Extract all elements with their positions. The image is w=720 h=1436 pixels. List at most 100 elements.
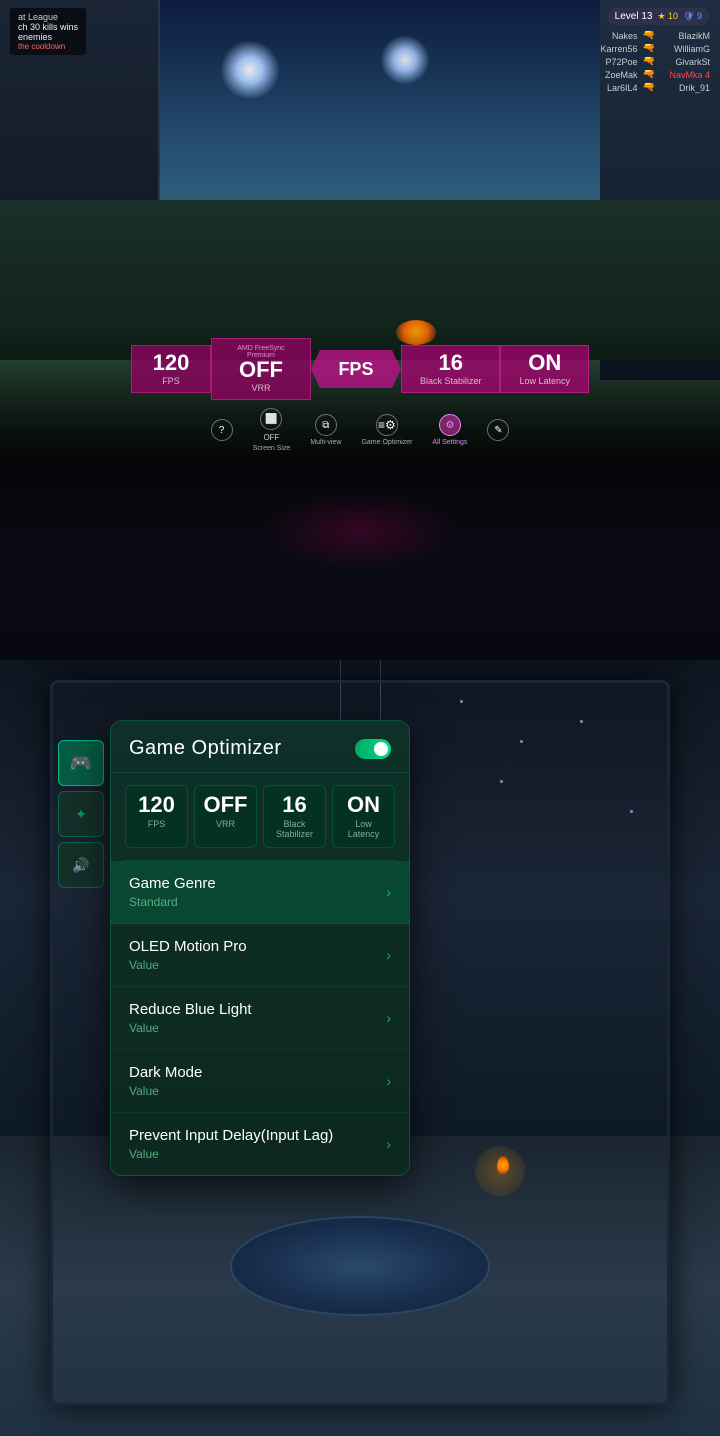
vrr-stat-box: AMD FreeSyncPremium OFF VRR (211, 338, 311, 400)
latency-value: ON (528, 352, 561, 374)
mini-black-stab-label: Black Stabilizer (270, 819, 319, 839)
game-scene-bg: at League ch 30 kills wins enemies the c… (0, 0, 720, 460)
sound-icon-button[interactable]: 🔊 (58, 842, 104, 888)
chevron-right-icon: › (386, 947, 391, 963)
player-row: Lar6IL4 🔫 Drik_91 (588, 82, 710, 93)
player-row: Nakes 🔫 BlazikM (588, 30, 710, 41)
player-row: P72Poe 🔫 GivarkSt (588, 56, 710, 67)
multiview-icon[interactable]: ⧉ (315, 414, 337, 436)
panel-header: Game Optimizer (111, 721, 409, 773)
menu-item-left: Dark Mode Value (129, 1064, 202, 1098)
gamepad-icon: 🎮 (70, 753, 92, 774)
mini-fps-label: FPS (132, 819, 181, 829)
snow-particle (460, 700, 463, 703)
fps-value: 120 (153, 352, 190, 374)
ctrl-off-label: OFF (263, 433, 279, 442)
gun-icon: 🔫 (643, 69, 655, 80)
middle-dark-section (0, 460, 720, 660)
snow-particle (500, 780, 503, 783)
oled-motion-title: OLED Motion Pro (129, 938, 247, 955)
ctrl-multiview-label: Multi-view (310, 439, 341, 446)
edit-icon[interactable]: ✎ (487, 419, 509, 441)
menu-item-game-genre[interactable]: Game Genre Standard › (111, 861, 409, 924)
top-gaming-section: at League ch 30 kills wins enemies the c… (0, 0, 720, 460)
side-panel: 🎮 ✦ 🔊 (58, 740, 108, 888)
hud-left-info: at League ch 30 kills wins enemies the c… (10, 8, 86, 55)
ctrl-off[interactable]: ⬜ OFF Screen Size (253, 408, 291, 452)
menu-item-dark-mode[interactable]: Dark Mode Value › (111, 1050, 409, 1113)
menu-item-prevent-input-delay[interactable]: Prevent Input Delay(Input Lag) Value › (111, 1113, 409, 1175)
middle-glow (260, 490, 460, 570)
menu-item-reduce-blue-light[interactable]: Reduce Blue Light Value › (111, 987, 409, 1050)
black-stab-box: 16 Black Stabilizer (401, 345, 501, 393)
menu-item-oled-motion[interactable]: OLED Motion Pro Value › (111, 924, 409, 987)
chevron-right-icon: › (386, 884, 391, 900)
snow-particle (580, 720, 583, 723)
display-icon: ✦ (75, 806, 87, 823)
latency-label: Low Latency (519, 376, 570, 386)
hud-bottom-bar: 120 FPS AMD FreeSyncPremium OFF VRR FPS … (0, 330, 720, 460)
ctrl-game-optimizer-label: Game Optimizer (361, 439, 412, 446)
player-list: Nakes 🔫 BlazikM Karren56 🔫 WilliamG P72P… (588, 30, 710, 93)
reduce-blue-light-value: Value (129, 1021, 252, 1035)
kill-info-text: ch 30 kills wins (18, 22, 78, 32)
all-settings-icon[interactable]: ⚙ (439, 414, 461, 436)
fps-center-value: FPS (338, 360, 373, 378)
latency-box: ON Low Latency (500, 345, 589, 393)
fps-center-box: FPS (311, 350, 401, 388)
dark-mode-title: Dark Mode (129, 1064, 202, 1081)
menu-item-left: OLED Motion Pro Value (129, 938, 247, 972)
prevent-input-delay-title: Prevent Input Delay(Input Lag) (129, 1127, 333, 1144)
chevron-right-icon: › (386, 1073, 391, 1089)
screen-size-icon[interactable]: ⬜ (260, 408, 282, 430)
mini-vrr-value: OFF (201, 794, 250, 816)
snow-particle (630, 810, 633, 813)
hud-top-bar: at League ch 30 kills wins enemies the c… (0, 8, 720, 93)
player-row: ZoeMak 🔫 NavMka 4 (588, 69, 710, 80)
stats-mini-row: 120 FPS OFF VRR 16 Black Stabilizer ON L… (125, 785, 395, 848)
stats-row: 120 FPS AMD FreeSyncPremium OFF VRR FPS … (15, 338, 705, 400)
cooldown-text: the cooldown (18, 42, 78, 51)
black-stab-label: Black Stabilizer (420, 376, 482, 386)
bottom-section: 🎮 ✦ 🔊 Game Optimizer 120 FPS OFF VRR (0, 660, 720, 1436)
vrr-label: VRR (251, 383, 270, 393)
level-badge: Level 13 ★ 10 🛡 9 (607, 8, 710, 25)
ctrl-game-optimizer[interactable]: ≡⚙ Game Optimizer (361, 414, 412, 446)
menu-item-left: Prevent Input Delay(Input Lag) Value (129, 1127, 333, 1161)
oled-motion-value: Value (129, 958, 247, 972)
game-name-text: at League (18, 12, 78, 22)
mini-black-stab-value: 16 (270, 794, 319, 816)
player-row: Karren56 🔫 WilliamG (588, 43, 710, 54)
fps-label: FPS (162, 376, 180, 386)
optimizer-panel: Game Optimizer 120 FPS OFF VRR 16 Black … (110, 720, 410, 1176)
shield-icon: 🛡 9 (683, 11, 702, 22)
menu-item-left: Game Genre Standard (129, 875, 216, 909)
game-genre-title: Game Genre (129, 875, 216, 892)
ctrl-edit[interactable]: ✎ (487, 419, 509, 441)
fps-stat-box: 120 FPS (131, 345, 211, 393)
reduce-blue-light-title: Reduce Blue Light (129, 1001, 252, 1018)
mini-stat-black-stab: 16 Black Stabilizer (263, 785, 326, 848)
ctrl-all-settings-label: All Settings (432, 439, 467, 446)
mini-stat-fps: 120 FPS (125, 785, 188, 848)
star-icon: ★ 10 (657, 11, 678, 22)
game-genre-value: Standard (129, 895, 216, 909)
prevent-input-delay-value: Value (129, 1147, 333, 1161)
chevron-right-icon: › (386, 1010, 391, 1026)
ctrl-screen-size-label: Screen Size (253, 445, 291, 452)
ctrl-help[interactable]: ? (211, 419, 233, 441)
display-icon-button[interactable]: ✦ (58, 791, 104, 837)
gun-icon: 🔫 (643, 30, 655, 41)
ctrl-multiview[interactable]: ⧉ Multi-view (310, 414, 341, 446)
toggle-switch[interactable] (355, 739, 391, 759)
gamepad-icon-button[interactable]: 🎮 (58, 740, 104, 786)
help-icon[interactable]: ? (211, 419, 233, 441)
ctrl-all-settings[interactable]: ⚙ All Settings (432, 414, 467, 446)
mini-latency-label: Low Latency (339, 819, 388, 839)
toggle-knob (374, 742, 388, 756)
gun-icon: 🔫 (643, 82, 655, 93)
game-optimizer-icon[interactable]: ≡⚙ (376, 414, 398, 436)
gun-icon: 🔫 (643, 43, 655, 54)
snow-particle (520, 740, 523, 743)
black-stab-value: 16 (438, 352, 462, 374)
